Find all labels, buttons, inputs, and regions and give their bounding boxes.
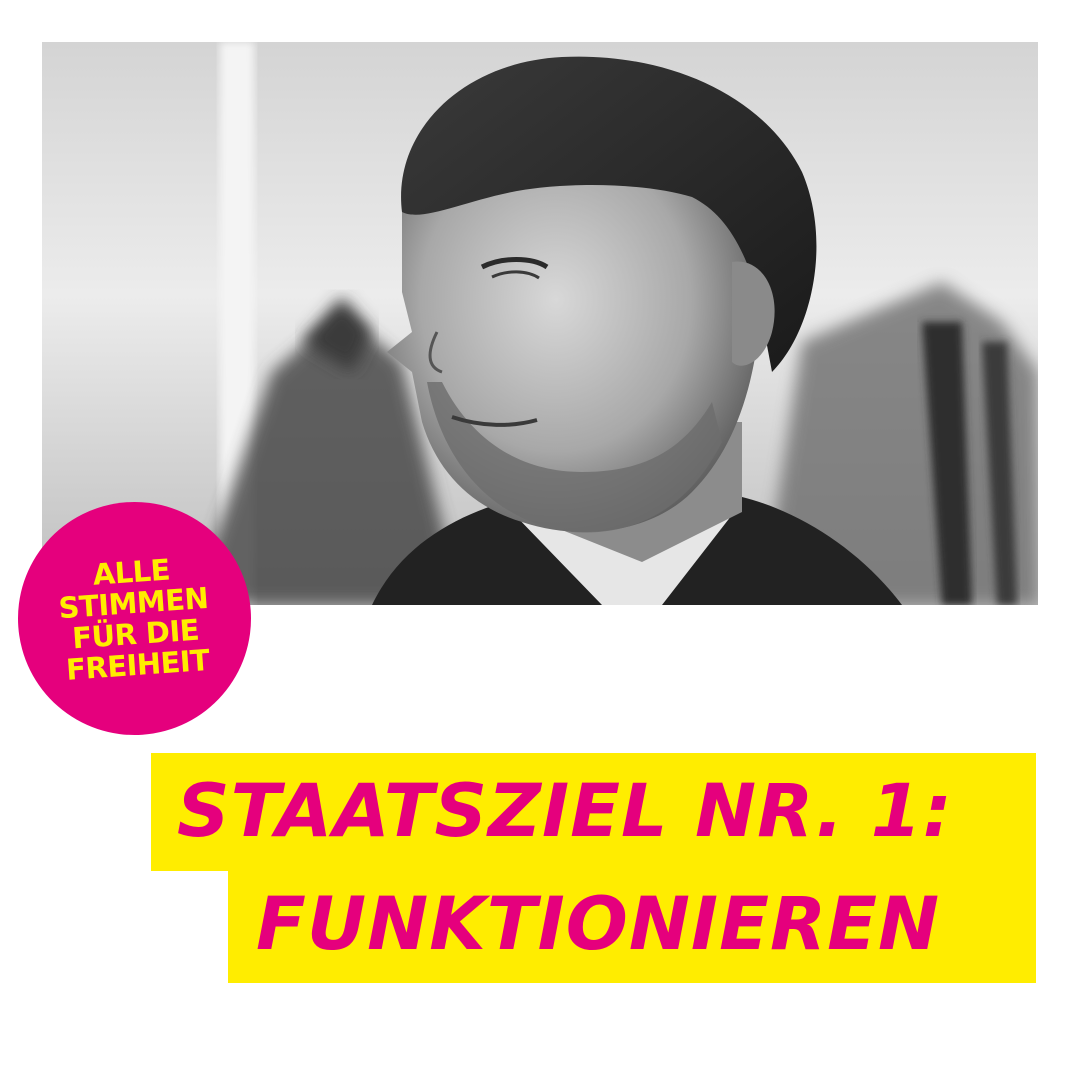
headline-bar-1: STAATSZIEL NR. 1: [151,753,1036,871]
badge-line-4: FREIHEIT [64,642,211,687]
headline-bar-2: FUNKTIONIEREN [228,866,1036,983]
headline-line-1: STAATSZIEL NR. 1: [177,769,953,854]
poster: ALLE STIMMEN FÜR DIE FREIHEIT STAATSZIEL… [0,0,1080,1080]
headline-line-2: FUNKTIONIEREN [256,881,941,967]
